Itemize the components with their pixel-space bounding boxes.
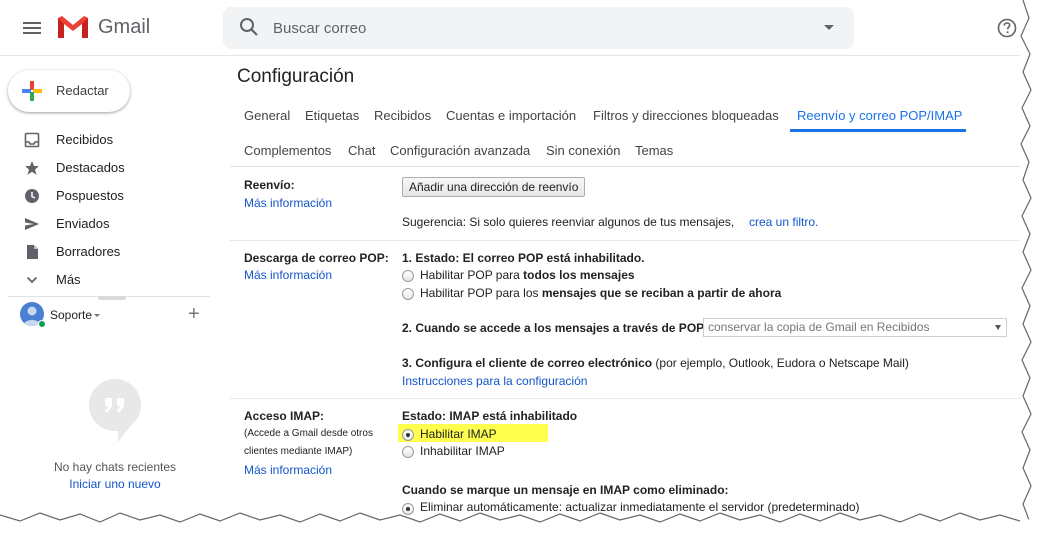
pop-status: 1. Estado: El correo POP está inhabilita…: [402, 251, 645, 265]
tab-general[interactable]: General: [244, 108, 290, 123]
tab-addons[interactable]: Complementos: [244, 143, 331, 158]
compose-label: Redactar: [56, 83, 109, 98]
gmail-logo[interactable]: Gmail: [56, 14, 150, 40]
pop-new-radio[interactable]: [402, 288, 414, 300]
search-icon[interactable]: [239, 17, 259, 37]
tab-chat[interactable]: Chat: [348, 143, 375, 158]
sidebar-item-label: Recibidos: [56, 132, 114, 147]
pop-more-info-link[interactable]: Más información: [244, 268, 332, 282]
app-name: Gmail: [98, 15, 151, 38]
top-bar: Gmail: [0, 0, 1020, 56]
plus-icon: [22, 81, 42, 101]
setup-instructions-link[interactable]: Instrucciones para la configuración: [402, 374, 587, 388]
pop-all-radio[interactable]: [402, 270, 414, 282]
tab-filters[interactable]: Filtros y direcciones bloqueadas: [593, 108, 779, 123]
pop-action-select[interactable]: conservar la copia de Gmail en Recibidos: [703, 318, 1007, 337]
online-status-icon: [38, 320, 46, 328]
tab-themes[interactable]: Temas: [635, 143, 673, 158]
pop-label: Descarga de correo POP:: [244, 251, 389, 265]
sidebar-item-sent[interactable]: Enviados: [0, 210, 210, 238]
imap-more-info-link[interactable]: Más información: [244, 463, 332, 477]
section-divider: [230, 398, 1020, 399]
chat-bubble-icon: [89, 379, 141, 442]
sidebar-item-label: Más: [56, 272, 81, 287]
search-bar[interactable]: [223, 7, 854, 49]
tab-accounts[interactable]: Cuentas e importación: [446, 108, 576, 123]
tabs-divider: [230, 166, 1020, 167]
no-chats-text: No hay chats recientes: [53, 460, 177, 474]
pop-action-value: conservar la copia de Gmail en Recibidos: [708, 320, 930, 334]
hangouts-user[interactable]: Soporte +: [20, 302, 210, 330]
disable-imap-label[interactable]: Inhabilitar IMAP: [420, 444, 505, 458]
pop-access-label: 2. Cuando se accede a los mensajes a tra…: [402, 321, 705, 335]
tab-labels[interactable]: Etiquetas: [305, 108, 359, 123]
sidebar-item-label: Borradores: [56, 244, 121, 259]
send-icon: [25, 218, 39, 230]
imap-note-line2: clientes mediante IMAP): [244, 446, 353, 457]
dropdown-arrow-icon: [995, 325, 1001, 330]
enable-imap-label[interactable]: Habilitar IMAP: [420, 427, 497, 441]
gmail-logo-icon: [58, 16, 88, 38]
disable-imap-radio[interactable]: [402, 446, 414, 458]
forwarding-label: Reenvío:: [244, 178, 295, 192]
page-title: Configuración: [237, 66, 355, 87]
resize-handle[interactable]: [98, 296, 126, 300]
chevron-down-icon: [26, 276, 38, 284]
create-filter-link[interactable]: crea un filtro.: [749, 215, 818, 229]
sidebar-item-more[interactable]: Más: [0, 266, 210, 294]
caret-down-icon[interactable]: [824, 25, 834, 30]
clock-icon: [25, 189, 39, 203]
active-tab-indicator: [790, 129, 966, 132]
sidebar-item-label: Pospuestos: [56, 188, 124, 203]
inbox-icon: [24, 132, 40, 148]
tab-offline[interactable]: Sin conexión: [546, 143, 620, 158]
sidebar-nav: Recibidos Destacados Pospuestos Enviados…: [0, 126, 210, 294]
tab-advanced[interactable]: Configuración avanzada: [390, 143, 530, 158]
tab-inbox[interactable]: Recibidos: [374, 108, 431, 123]
imap-deleted-heading: Cuando se marque un mensaje en IMAP como…: [402, 483, 729, 497]
torn-edge-right: [1020, 0, 1041, 533]
draft-icon: [27, 245, 38, 259]
start-chat-link[interactable]: Iniciar uno nuevo: [0, 477, 230, 491]
search-input[interactable]: [273, 17, 793, 39]
pop-new-label[interactable]: Habilitar POP para los mensajes que se r…: [420, 286, 781, 300]
compose-button[interactable]: Redactar: [8, 70, 130, 112]
section-divider: [230, 240, 1020, 241]
forwarding-tip-text: Sugerencia: Si solo quieres reenviar alg…: [402, 215, 735, 229]
pop-configure-text: 3. Configura el cliente de correo electr…: [402, 356, 909, 370]
hangouts-user-name: Soporte: [50, 308, 93, 322]
tab-forwarding-pop-imap[interactable]: Reenvío y correo POP/IMAP: [797, 108, 962, 123]
sidebar-item-label: Destacados: [56, 160, 125, 175]
imap-label: Acceso IMAP:: [244, 409, 325, 423]
imap-note-line1: (Accede a Gmail desde otros: [244, 428, 373, 439]
sidebar-item-label: Enviados: [56, 216, 110, 231]
menu-icon[interactable]: [20, 16, 44, 40]
caret-down-icon[interactable]: [94, 314, 100, 317]
star-icon: [25, 161, 39, 175]
forwarding-more-info-link[interactable]: Más información: [244, 196, 332, 210]
enable-imap-radio[interactable]: [402, 429, 414, 441]
add-chat-button[interactable]: +: [188, 303, 200, 326]
sidebar-item-snoozed[interactable]: Pospuestos: [0, 182, 210, 210]
add-forwarding-address-button[interactable]: Añadir una dirección de reenvío: [402, 177, 586, 197]
pop-all-label[interactable]: Habilitar POP para todos los mensajes: [420, 268, 635, 282]
sidebar-item-starred[interactable]: Destacados: [0, 154, 210, 182]
imap-status: Estado: IMAP está inhabilitado: [402, 409, 578, 423]
sidebar-item-inbox[interactable]: Recibidos: [0, 126, 210, 154]
torn-edge-bottom: [0, 512, 1041, 533]
sidebar-item-drafts[interactable]: Borradores: [0, 238, 210, 266]
